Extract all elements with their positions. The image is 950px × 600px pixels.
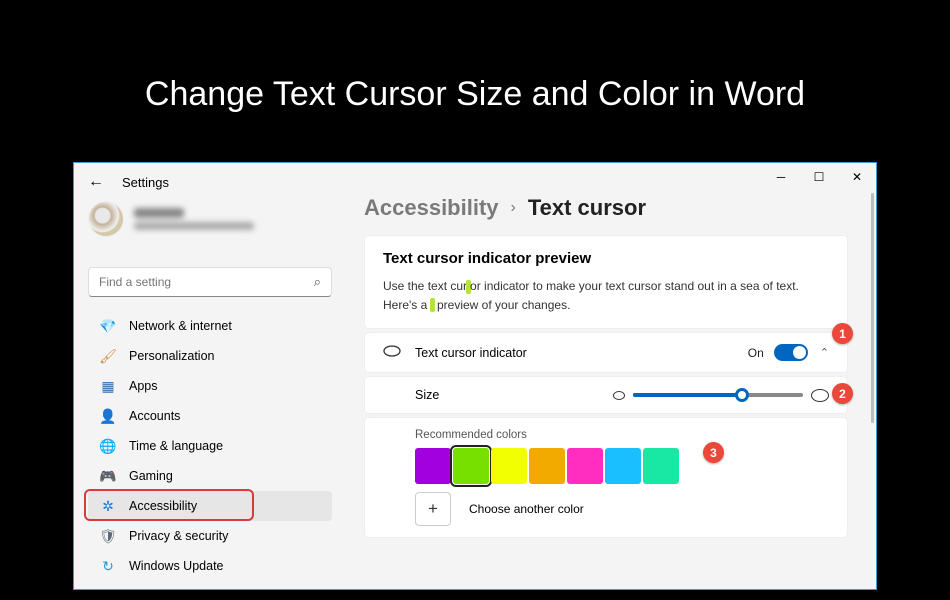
colors-label: Recommended colors [415, 429, 829, 441]
color-swatch[interactable] [491, 448, 527, 484]
sidebar-item-apps[interactable]: ▦ Apps [88, 371, 332, 401]
callout-badge-2: 2 [832, 383, 853, 404]
nav-icon: 💎 [100, 318, 116, 334]
chevron-right-icon: › [511, 199, 516, 217]
color-swatch[interactable] [643, 448, 679, 484]
color-swatch[interactable] [529, 448, 565, 484]
sidebar-item-accounts[interactable]: 👤 Accounts [88, 401, 332, 431]
sidebar-item-gaming[interactable]: 🎮 Gaming [88, 461, 332, 491]
sidebar-item-privacy-security[interactable]: 🛡 Privacy & security [88, 521, 332, 551]
nav-label: Privacy & security [129, 529, 228, 543]
color-swatch[interactable] [453, 448, 489, 484]
nav-label: Network & internet [129, 319, 232, 333]
slider-thumb[interactable] [735, 388, 749, 402]
sidebar-item-accessibility[interactable]: ✲ Accessibility [88, 491, 332, 521]
breadcrumb-current: Text cursor [528, 195, 646, 221]
slide-title: Change Text Cursor Size and Color in Wor… [0, 0, 950, 114]
profile-text-blurred [134, 208, 254, 230]
nav-label: Accounts [129, 409, 180, 423]
search-input[interactable]: ⌕ [88, 267, 332, 297]
nav-label: Apps [129, 379, 158, 393]
colors-card: Recommended colors + Choose another colo… [364, 417, 848, 538]
size-label: Size [415, 388, 439, 402]
sidebar-item-windows-update[interactable]: ↻ Windows Update [88, 551, 332, 581]
size-max-icon [811, 389, 829, 402]
color-swatch[interactable] [415, 448, 451, 484]
app-title: Settings [122, 175, 169, 190]
nav-icon: 🖌 [100, 348, 116, 364]
cursor-indicator-demo-bottom [430, 298, 435, 312]
size-row: Size 2 [364, 376, 848, 414]
size-min-icon [613, 391, 625, 400]
indicator-label: Text cursor indicator [415, 346, 527, 360]
color-swatches [415, 448, 829, 484]
back-arrow-icon[interactable]: ← [88, 173, 104, 191]
choose-color-label: Choose another color [469, 502, 584, 516]
nav-icon: ▦ [100, 378, 116, 394]
nav-icon: ↻ [100, 558, 116, 574]
nav-icon: 🛡 [100, 528, 116, 544]
nav-label: Personalization [129, 349, 214, 363]
avatar [88, 201, 124, 237]
color-swatch[interactable] [605, 448, 641, 484]
nav-icon: 👤 [100, 408, 116, 424]
nav-label: Windows Update [129, 559, 224, 573]
nav-icon: 🎮 [100, 468, 116, 484]
window-header: ← Settings [88, 173, 169, 191]
sidebar-item-time-language[interactable]: 🌐 Time & language [88, 431, 332, 461]
maximize-button[interactable]: ☐ [810, 168, 828, 186]
size-slider[interactable] [633, 393, 803, 397]
breadcrumb: Accessibility › Text cursor [364, 193, 876, 235]
callout-badge-1: 1 [832, 323, 853, 344]
add-color-button[interactable]: + [415, 492, 451, 526]
main-panel: Accessibility › Text cursor Text cursor … [364, 193, 876, 589]
nav-label: Accessibility [129, 499, 197, 513]
breadcrumb-parent[interactable]: Accessibility [364, 195, 499, 221]
indicator-row[interactable]: Text cursor indicator On ⌃ 1 [364, 332, 848, 373]
chevron-up-icon[interactable]: ⌃ [820, 346, 829, 359]
user-profile[interactable] [88, 201, 254, 237]
minimize-button[interactable]: ─ [772, 168, 790, 186]
sidebar-nav: 💎 Network & internet 🖌 Personalization ▦ Apps… [88, 311, 332, 581]
nav-icon: 🌐 [100, 438, 116, 454]
indicator-state: On [748, 346, 764, 360]
sidebar-item-network-internet[interactable]: 💎 Network & internet [88, 311, 332, 341]
cursor-indicator-icon [383, 345, 401, 360]
search-field[interactable] [99, 275, 314, 289]
close-button[interactable]: ✕ [848, 168, 866, 186]
window-titlebar: ─ ☐ ✕ [74, 163, 876, 191]
preview-card: Text cursor indicator preview Use the te… [364, 235, 848, 329]
preview-heading: Text cursor indicator preview [383, 250, 829, 267]
nav-icon: ✲ [100, 498, 116, 514]
search-icon: ⌕ [314, 274, 321, 290]
preview-body: Use the text curor indicator to make you… [383, 277, 829, 314]
indicator-toggle[interactable] [774, 344, 808, 361]
nav-label: Gaming [129, 469, 173, 483]
nav-label: Time & language [129, 439, 223, 453]
color-swatch[interactable] [567, 448, 603, 484]
settings-window: ─ ☐ ✕ ← Settings ⌕ 💎 Network & internet 🖌 P… [73, 162, 877, 590]
sidebar-item-personalization[interactable]: 🖌 Personalization [88, 341, 332, 371]
